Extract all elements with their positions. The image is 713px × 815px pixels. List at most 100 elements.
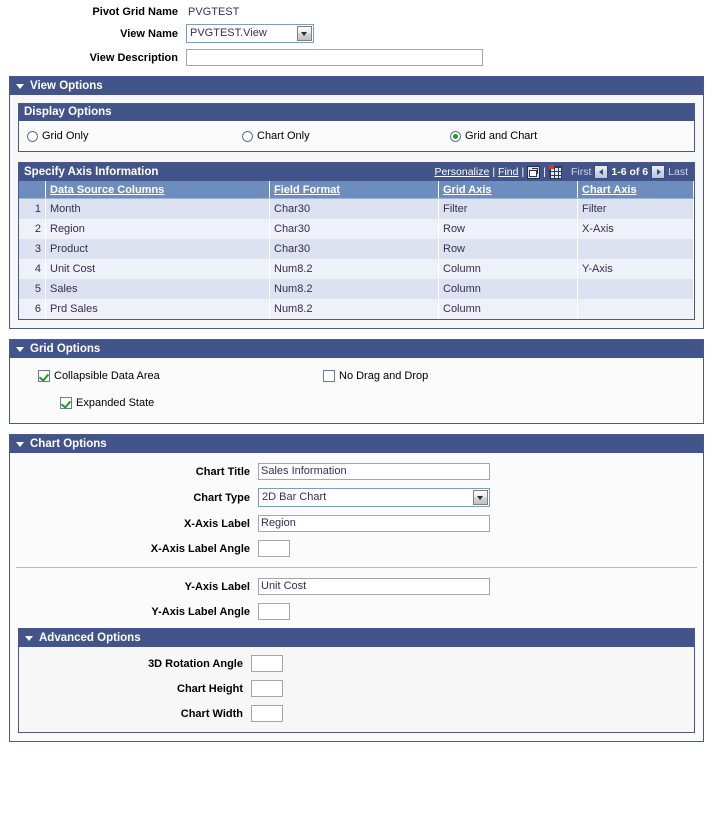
collapse-caret-icon[interactable] <box>16 441 24 447</box>
view-options-title: View Options <box>30 80 103 92</box>
axis-grid-pager: First 1-6 of 6 Last <box>565 165 688 179</box>
cell-grid-axis: Filter <box>438 198 578 219</box>
checkbox-collapsible-data-area-label: Collapsible Data Area <box>54 370 160 382</box>
checkbox-no-drag-and-drop[interactable]: No Drag and Drop <box>323 370 428 382</box>
chart-options-separator <box>16 567 697 568</box>
chart-height-input[interactable] <box>251 680 283 697</box>
y-axis-label-input[interactable] <box>258 578 490 595</box>
cell-field-format: Char30 <box>269 198 439 219</box>
checkbox-collapsible-data-area[interactable]: Collapsible Data Area <box>38 370 323 382</box>
table-row[interactable]: 6 Prd Sales Num8.2 Column <box>19 299 694 319</box>
cell-grid-axis: Column <box>438 259 578 279</box>
axis-col-header-data-source-columns[interactable]: Data Source Columns <box>45 181 270 199</box>
axis-table-head: Data Source Columns Field Format Grid Ax… <box>19 181 694 199</box>
checkbox-expanded-state[interactable]: Expanded State <box>60 397 695 409</box>
pager-first-label[interactable]: First <box>571 166 591 178</box>
axis-col-header-field-format[interactable]: Field Format <box>269 181 439 199</box>
personalize-link[interactable]: Personalize <box>434 166 489 178</box>
chart-title-row: Chart Title <box>10 463 703 480</box>
chart-width-row: Chart Width <box>19 705 694 722</box>
cell-field-format: Num8.2 <box>269 259 439 279</box>
chart-height-label: Chart Height <box>177 682 243 695</box>
chart-type-select[interactable]: 2D Bar Chart <box>258 488 490 507</box>
checkbox-no-drag-and-drop-indicator[interactable] <box>323 370 335 382</box>
axis-col-header-grid-axis-link[interactable]: Grid Axis <box>443 184 492 196</box>
view-name-row: View Name PVGTEST.View <box>0 24 713 43</box>
chart-width-input[interactable] <box>251 705 283 722</box>
cell-chart-axis <box>577 299 694 319</box>
download-to-spreadsheet-icon[interactable] <box>548 164 562 179</box>
chart-height-row: Chart Height <box>19 680 694 697</box>
collapse-caret-icon[interactable] <box>25 635 33 641</box>
cell-grid-axis: Column <box>438 299 578 319</box>
table-row[interactable]: 4 Unit Cost Num8.2 Column Y-Axis <box>19 259 694 279</box>
grid-options-body: Collapsible Data Area No Drag and Drop E… <box>10 358 703 423</box>
view-options-header[interactable]: View Options <box>10 77 703 95</box>
chart-title-input[interactable] <box>258 463 490 480</box>
checkbox-collapsible-data-area-indicator[interactable] <box>38 370 50 382</box>
view-options-group: View Options Display Options Grid Only C… <box>9 76 704 329</box>
view-description-label: View Description <box>89 51 178 64</box>
chart-options-body: Chart Title Chart Type 2D Bar Chart X-Ax… <box>10 453 703 741</box>
view-name-label: View Name <box>120 27 178 40</box>
pivot-grid-name-label: Pivot Grid Name <box>92 6 178 18</box>
x-axis-label-angle-input[interactable] <box>258 540 290 557</box>
axis-col-header-data-source-columns-link[interactable]: Data Source Columns <box>50 184 164 196</box>
find-link[interactable]: Find <box>498 166 518 178</box>
grid-options-header[interactable]: Grid Options <box>10 340 703 358</box>
x-axis-label-angle-row: X-Axis Label Angle <box>10 540 703 557</box>
grid-options-row-1: Collapsible Data Area No Drag and Drop <box>18 370 695 391</box>
radio-chart-only[interactable]: Chart Only <box>242 130 450 142</box>
chart-type-selected-value: 2D Bar Chart <box>262 491 327 503</box>
grid-options-title: Grid Options <box>30 343 101 355</box>
specify-axis-information-grid: Specify Axis Information Personalize | F… <box>18 162 695 320</box>
table-row[interactable]: 5 Sales Num8.2 Column <box>19 279 694 299</box>
chevron-down-icon[interactable] <box>297 26 312 41</box>
radio-grid-and-chart-indicator[interactable] <box>450 130 461 142</box>
axis-grid-title-bar: Specify Axis Information Personalize | F… <box>19 163 694 181</box>
advanced-options-header[interactable]: Advanced Options <box>19 629 694 647</box>
axis-col-header-field-format-link[interactable]: Field Format <box>274 184 340 196</box>
view-description-input[interactable] <box>186 49 483 66</box>
radio-grid-only-indicator[interactable] <box>27 130 38 142</box>
toolbar-separator-2: | <box>521 166 525 178</box>
chart-type-row: Chart Type 2D Bar Chart <box>10 488 703 507</box>
axis-col-header-chart-axis[interactable]: Chart Axis <box>577 181 694 199</box>
checkbox-expanded-state-indicator[interactable] <box>60 397 72 409</box>
radio-grid-only[interactable]: Grid Only <box>27 130 242 142</box>
table-row[interactable]: 2 Region Char30 Row X-Axis <box>19 219 694 239</box>
table-row[interactable]: 1 Month Char30 Filter Filter <box>19 198 694 219</box>
view-all-icon[interactable] <box>527 165 541 179</box>
rotation-angle-row: 3D Rotation Angle <box>19 655 694 672</box>
axis-table-body: 1 Month Char30 Filter Filter 2 Region Ch… <box>19 198 694 319</box>
rotation-angle-input[interactable] <box>251 655 283 672</box>
chart-options-header[interactable]: Chart Options <box>10 435 703 453</box>
y-axis-label-angle-label: Y-Axis Label Angle <box>151 605 250 618</box>
axis-col-header-grid-axis[interactable]: Grid Axis <box>438 181 578 199</box>
pivot-grid-name-value: PVGTEST <box>188 6 240 18</box>
cell-grid-axis: Row <box>438 239 578 259</box>
cell-field-format: Char30 <box>269 219 439 239</box>
table-row[interactable]: 3 Product Char30 Row <box>19 239 694 259</box>
chevron-down-icon[interactable] <box>473 490 488 505</box>
pager-last-label[interactable]: Last <box>668 166 688 178</box>
collapse-caret-icon[interactable] <box>16 346 24 352</box>
view-name-select[interactable]: PVGTEST.View <box>186 24 314 43</box>
radio-chart-only-indicator[interactable] <box>242 130 253 142</box>
chart-type-label: Chart Type <box>193 491 250 504</box>
display-options-title: Display Options <box>19 104 694 121</box>
advanced-options-body: 3D Rotation Angle Chart Height Chart Wid… <box>19 647 694 732</box>
previous-page-icon[interactable] <box>594 165 609 179</box>
radio-grid-and-chart[interactable]: Grid and Chart <box>450 130 537 142</box>
x-axis-label-input[interactable] <box>258 515 490 532</box>
rotation-angle-label: 3D Rotation Angle <box>148 657 243 670</box>
pager-range-label: 1-6 of 6 <box>611 166 649 178</box>
radio-grid-only-label: Grid Only <box>42 130 89 142</box>
next-page-icon[interactable] <box>651 165 666 179</box>
axis-col-header-chart-axis-link[interactable]: Chart Axis <box>582 184 637 196</box>
chart-options-title: Chart Options <box>30 438 107 450</box>
x-axis-label-angle-label: X-Axis Label Angle <box>150 542 250 555</box>
collapse-caret-icon[interactable] <box>16 83 24 89</box>
cell-grid-axis: Column <box>438 279 578 299</box>
y-axis-label-angle-input[interactable] <box>258 603 290 620</box>
